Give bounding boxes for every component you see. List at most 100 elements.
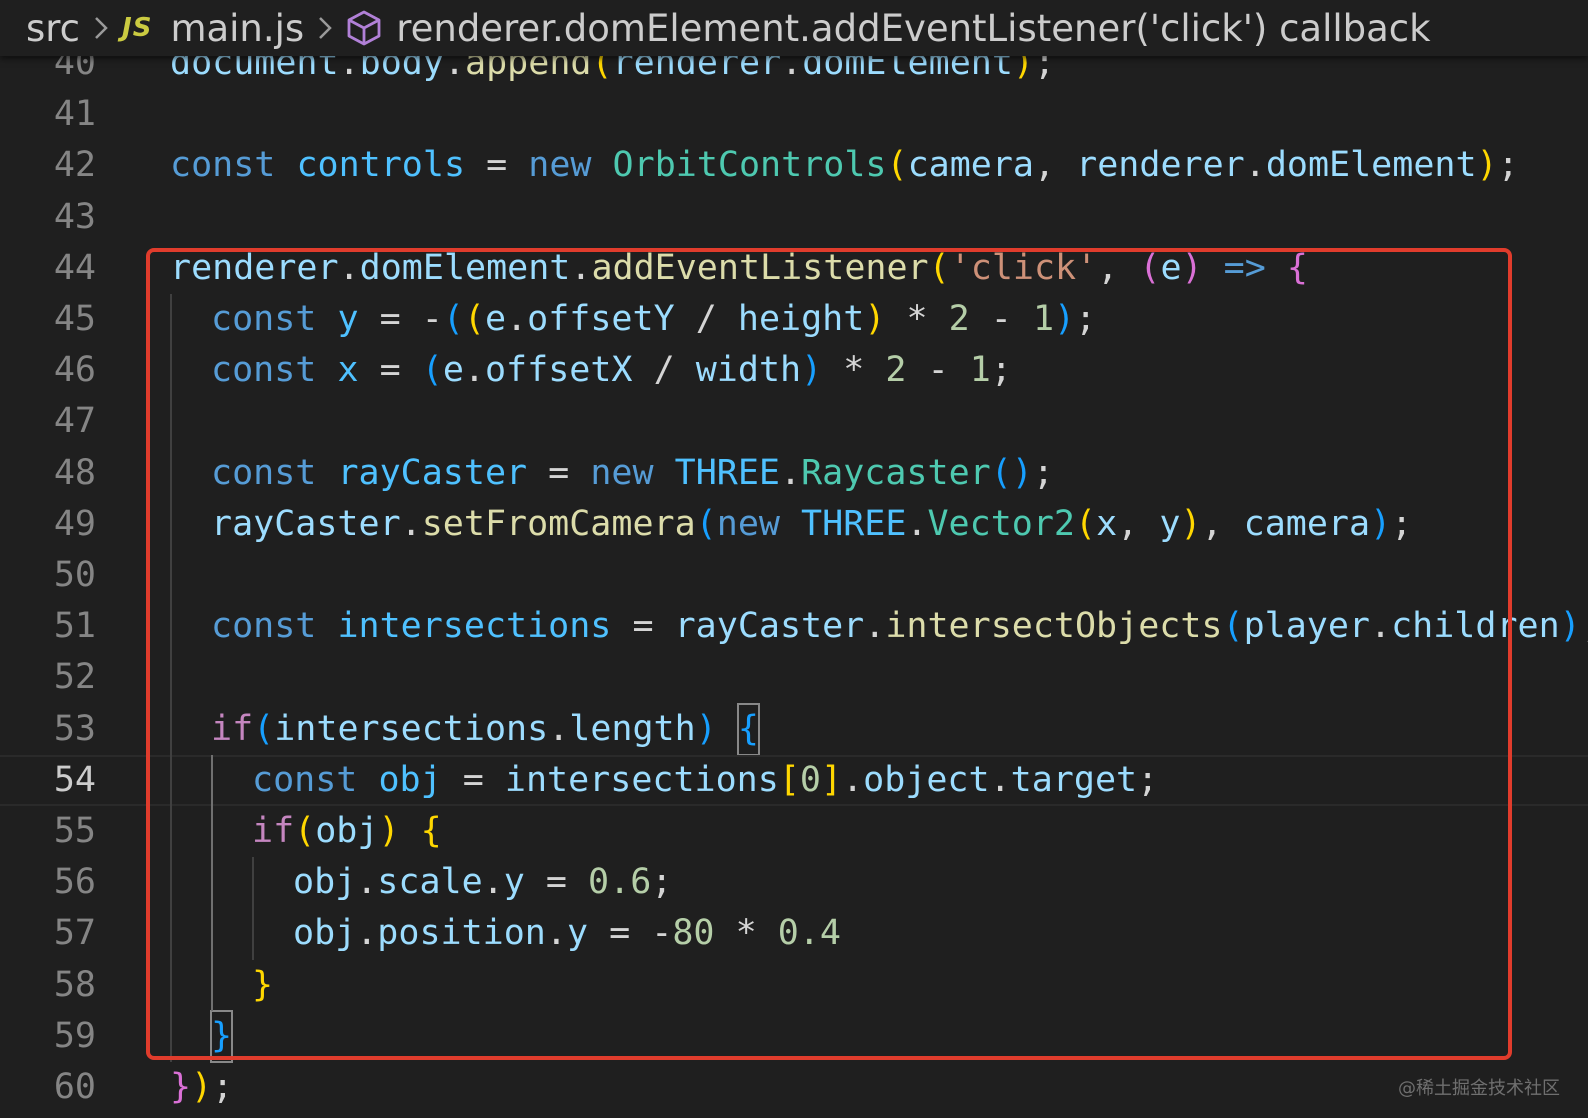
code-token: 2 bbox=[885, 350, 907, 391]
code-token: camera bbox=[1243, 503, 1371, 544]
code-line[interactable]: 49 rayCaster.setFromCamera(new THREE.Vect… bbox=[0, 499, 1588, 550]
code-token: new bbox=[528, 145, 592, 186]
code-text: rayCaster.setFromCamera(new THREE.Vector… bbox=[211, 499, 1412, 550]
code-token: - bbox=[990, 299, 1012, 339]
code-token: ; bbox=[990, 350, 1012, 391]
breadcrumb-item-file[interactable]: JS main.js bbox=[122, 7, 304, 50]
code-token: OrbitControls bbox=[612, 145, 887, 186]
line-number: 59 bbox=[53, 1015, 96, 1056]
code-token: ; bbox=[1075, 299, 1097, 339]
code-token: [ bbox=[778, 759, 800, 800]
code-token: , bbox=[1034, 145, 1077, 186]
code-token: } bbox=[252, 964, 274, 1005]
code-token: . bbox=[1370, 606, 1392, 647]
code-line[interactable]: 54 const obj = intersections[0].object.ta… bbox=[0, 754, 1588, 806]
code-line[interactable]: 60}); bbox=[0, 1062, 1588, 1113]
code-token: offsetY bbox=[527, 299, 675, 339]
code-token: height bbox=[737, 299, 865, 339]
code-line[interactable]: 41 bbox=[0, 89, 1588, 140]
code-editor[interactable]: 40 document.body.append(renderer.domEleme… bbox=[0, 0, 1588, 1118]
code-token: = bbox=[609, 913, 631, 954]
code-token: rayCaster bbox=[674, 606, 865, 647]
code-line[interactable]: 59} bbox=[0, 1009, 1588, 1063]
code-line[interactable]: 52 bbox=[0, 652, 1588, 703]
code-token: const bbox=[211, 452, 317, 493]
code-token: e bbox=[484, 299, 507, 339]
code-token: renderer bbox=[1076, 145, 1245, 186]
code-line[interactable]: 46 const x = (e.offsetX / width) * 2 - 1; bbox=[0, 345, 1588, 396]
code-text: const y = -((e.offsetY / height) * 2 - 1… bbox=[211, 294, 1096, 345]
code-token: 0.4 bbox=[777, 913, 841, 954]
code-text: if(intersections.length) { bbox=[211, 702, 760, 756]
line-number: 50 bbox=[53, 555, 96, 595]
code-token: addEventListener bbox=[591, 247, 929, 288]
code-line[interactable]: 43 bbox=[0, 192, 1588, 243]
code-line[interactable]: 47 bbox=[0, 396, 1588, 447]
code-line[interactable]: 51 const intersections = rayCaster.inters… bbox=[0, 601, 1588, 652]
code-line[interactable]: 55 if(obj) { bbox=[0, 806, 1588, 857]
code-token: if bbox=[211, 708, 254, 749]
code-token: renderer bbox=[170, 247, 339, 288]
code-token: obj bbox=[293, 862, 357, 903]
code-line[interactable]: 57 obj.position.y = -80 * 0.4 bbox=[0, 908, 1588, 959]
code-line[interactable]: 44 renderer.domElement.addEventListener('… bbox=[0, 243, 1588, 294]
line-number: 54 bbox=[53, 759, 96, 800]
code-line[interactable]: 58} bbox=[0, 960, 1588, 1011]
breadcrumb-item-src[interactable]: src bbox=[26, 7, 80, 50]
line-number: 52 bbox=[53, 657, 96, 698]
code-token: . bbox=[779, 452, 802, 493]
code-token: 'click' bbox=[949, 247, 1098, 288]
code-token: intersections bbox=[274, 708, 549, 749]
code-token: const bbox=[211, 299, 317, 339]
code-token: 1 bbox=[1032, 299, 1055, 339]
code-line[interactable]: 45 const y = -((e.offsetY / height) * 2 -… bbox=[0, 294, 1588, 345]
code-text: } bbox=[209, 1009, 234, 1063]
code-token: y bbox=[337, 299, 359, 339]
code-line[interactable]: 53 if(intersections.length) { bbox=[0, 702, 1588, 756]
code-token: ; bbox=[212, 1067, 234, 1107]
line-number: 56 bbox=[53, 862, 96, 903]
code-text: } bbox=[252, 960, 273, 1011]
line-number: 60 bbox=[53, 1067, 96, 1107]
code-token: ( bbox=[463, 299, 485, 339]
code-token: ( bbox=[294, 811, 316, 851]
code-text: obj.position.y = -80 * 0.4 bbox=[293, 908, 841, 959]
line-number: 53 bbox=[53, 708, 96, 749]
breadcrumb: src JS main.js renderer.domElement.addEv… bbox=[0, 0, 1588, 56]
code-line[interactable]: 50 bbox=[0, 550, 1588, 601]
code-token: ( bbox=[253, 708, 275, 749]
code-text: if(obj) { bbox=[252, 806, 442, 857]
code-token: const bbox=[170, 145, 276, 186]
code-text: obj.scale.y = 0.6; bbox=[293, 857, 672, 908]
breadcrumb-item-symbol[interactable]: renderer.domElement.addEventListener('cl… bbox=[346, 7, 1431, 50]
code-token: ) bbox=[378, 811, 400, 851]
code-token: target bbox=[1010, 759, 1138, 800]
code-line[interactable]: 56 obj.scale.y = 0.6; bbox=[0, 857, 1588, 908]
code-token: . bbox=[548, 708, 570, 749]
code-token: x bbox=[1096, 503, 1118, 544]
code-token: Raycaster bbox=[801, 452, 991, 493]
code-token: domElement bbox=[1265, 145, 1477, 186]
code-token: camera bbox=[907, 145, 1034, 186]
code-line[interactable]: 42 const controls = new OrbitControls(cam… bbox=[0, 140, 1588, 191]
code-token: . bbox=[1244, 145, 1266, 186]
code-token: => bbox=[1223, 247, 1266, 288]
code-line[interactable]: 48 const rayCaster = new THREE.Raycaster(… bbox=[0, 448, 1588, 499]
code-token: position bbox=[377, 913, 546, 954]
code-token: - bbox=[927, 350, 949, 391]
symbol-method-icon bbox=[346, 9, 382, 47]
code-text: const controls = new OrbitControls(camer… bbox=[170, 140, 1519, 191]
code-token: x bbox=[337, 350, 359, 391]
code-token: setFromCamera bbox=[421, 503, 696, 544]
